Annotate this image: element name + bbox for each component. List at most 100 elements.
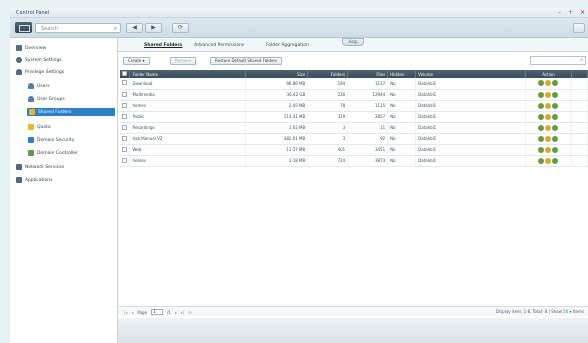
prev-page-button[interactable]: ◂ xyxy=(131,310,133,315)
permission-icon[interactable] xyxy=(545,135,552,142)
edit-icon[interactable] xyxy=(538,80,545,87)
sidebar-item-user-groups[interactable]: User Groups xyxy=(28,95,65,103)
table-row[interactable]: Multimedia 36.42 GB 230 12944 No DataVol1 xyxy=(120,89,588,101)
row-checkbox[interactable] xyxy=(120,100,131,112)
table-footer: |◂ ◂ Page 1 /1 ▸ ▸| ⟳ Display item: 1-8,… xyxy=(118,306,588,316)
permission-icon[interactable] xyxy=(545,157,552,164)
refresh-icon[interactable] xyxy=(552,113,559,120)
row-checkbox[interactable] xyxy=(120,155,131,167)
tab-advanced-permissions[interactable]: Advanced Permissions xyxy=(194,43,244,48)
permission-icon[interactable] xyxy=(545,146,552,153)
restore-default-button[interactable]: Restore Default Shared Folders xyxy=(210,57,283,65)
sidebar-item-system-settings[interactable]: System Settings xyxy=(16,56,62,64)
next-page-button[interactable]: ▸ xyxy=(175,310,177,315)
edit-icon[interactable] xyxy=(538,113,545,120)
table-row[interactable]: Usb Manual V2 382.01 MB 3 92 No DataVol1 xyxy=(120,133,588,145)
folders-cell: 194 xyxy=(307,78,349,90)
column-hidden[interactable]: Hidden xyxy=(387,70,417,78)
permission-icon[interactable] xyxy=(545,102,552,109)
folder-name-cell: Recordings xyxy=(129,122,247,134)
row-checkbox[interactable] xyxy=(120,133,131,145)
back-button[interactable]: ◀ xyxy=(126,23,143,33)
gear-icon xyxy=(16,57,22,63)
edit-icon[interactable] xyxy=(538,157,545,164)
column-files[interactable]: Files xyxy=(347,70,389,78)
sidebar-item-overview[interactable]: Overview xyxy=(16,44,46,52)
sidebar-item-domain-security[interactable]: Domain Security xyxy=(28,136,74,144)
files-cell: 1115 xyxy=(347,100,389,112)
files-cell: 12944 xyxy=(347,89,389,101)
sidebar-item-applications[interactable]: Applications xyxy=(16,176,53,184)
hidden-cell: No xyxy=(387,133,417,145)
refresh-icon[interactable]: ⟳ xyxy=(188,310,191,315)
tab-shared-folders[interactable]: Shared Folders xyxy=(144,43,182,48)
volume-cell: DataVol1 xyxy=(415,155,526,167)
folders-cell: 78 xyxy=(307,100,349,112)
column-volume[interactable]: Volume xyxy=(415,70,526,78)
column-folder-name[interactable]: Folder Name xyxy=(129,70,247,78)
options-button[interactable] xyxy=(573,23,585,33)
row-checkbox[interactable] xyxy=(120,78,131,90)
refresh-icon[interactable] xyxy=(552,91,559,98)
overview-icon xyxy=(16,45,22,51)
edit-icon[interactable] xyxy=(538,124,545,131)
tab-folder-aggregation[interactable]: Folder Aggregation xyxy=(266,43,309,48)
row-checkbox[interactable] xyxy=(120,122,131,134)
help-button[interactable]: Help xyxy=(342,38,364,46)
permission-icon[interactable] xyxy=(545,80,552,87)
edit-icon[interactable] xyxy=(538,146,545,153)
close-button[interactable]: × xyxy=(580,9,585,16)
refresh-icon[interactable] xyxy=(552,80,559,87)
table-row[interactable]: Web 11.57 MB 401 3451 No DataVol1 xyxy=(120,144,588,156)
page-input[interactable]: 1 xyxy=(151,309,164,315)
permission-icon[interactable] xyxy=(545,91,552,98)
display-info: Display item: 1-8, Total: 8 | Show 50 ▾ … xyxy=(495,309,584,314)
page-label: Page xyxy=(137,309,148,315)
sidebar-item-users[interactable]: Users xyxy=(28,82,50,90)
hidden-cell: No xyxy=(387,155,417,167)
sidebar-item-quota[interactable]: Quota xyxy=(28,123,51,131)
files-cell: 1137 xyxy=(347,78,389,90)
row-checkbox[interactable] xyxy=(120,144,131,156)
refresh-icon[interactable] xyxy=(552,124,559,131)
create-button[interactable]: Create ▾ xyxy=(123,57,150,65)
refresh-icon[interactable] xyxy=(552,102,559,109)
refresh-button[interactable]: ⟳ xyxy=(172,23,189,33)
sidebar-item-domain-controller[interactable]: Domain Controller xyxy=(28,149,78,157)
forward-button[interactable]: ▶ xyxy=(145,23,162,33)
filter-input[interactable]: ⌕ xyxy=(530,56,586,65)
sidebar-item-network-services[interactable]: Network Services xyxy=(16,163,64,171)
first-page-button[interactable]: |◂ xyxy=(124,310,127,315)
edit-icon[interactable] xyxy=(538,91,545,98)
refresh-icon[interactable] xyxy=(552,146,559,153)
maximize-button[interactable]: + xyxy=(568,9,573,16)
hidden-cell: No xyxy=(387,111,417,123)
items-per-page-select[interactable]: 50 xyxy=(563,309,568,314)
permission-icon[interactable] xyxy=(545,113,552,120)
refresh-icon[interactable] xyxy=(552,157,559,164)
row-checkbox[interactable] xyxy=(120,89,131,101)
remove-button[interactable]: Remove xyxy=(170,57,197,65)
search-icon[interactable]: ⌕ xyxy=(114,25,117,33)
home-button[interactable] xyxy=(15,22,32,33)
table-row[interactable]: Download 96.86 MB 194 1137 No DataVol1 xyxy=(120,78,588,90)
table-row[interactable]: Public 113.41 MB 319 2857 No DataVol1 xyxy=(120,111,588,123)
last-page-button[interactable]: ▸| xyxy=(181,310,184,315)
sidebar-item-privilege-settings[interactable]: Privilege Settings xyxy=(16,68,64,76)
column-size[interactable]: Size xyxy=(245,70,309,78)
column-folders[interactable]: Folders xyxy=(307,70,349,78)
minimize-button[interactable]: – xyxy=(558,9,561,16)
permission-icon[interactable] xyxy=(545,124,552,131)
search-input[interactable]: Search ⌕ xyxy=(35,23,121,33)
size-cell: 96.86 MB xyxy=(245,78,309,90)
table-row[interactable]: homes 1.18 MB 724 3873 No DataVol1 xyxy=(120,155,588,167)
sidebar-item-shared-folders[interactable]: Shared Folders xyxy=(27,108,115,116)
table-row[interactable]: homes 2.45 MB 78 1115 No DataVol1 xyxy=(120,100,588,112)
edit-icon[interactable] xyxy=(538,135,545,142)
refresh-icon[interactable] xyxy=(552,135,559,142)
select-all-checkbox[interactable] xyxy=(120,70,131,78)
table-row[interactable]: Recordings 1.02 MB 3 11 No DataVol1 xyxy=(120,122,588,134)
row-checkbox[interactable] xyxy=(120,111,131,123)
edit-icon[interactable] xyxy=(538,102,545,109)
action-cell xyxy=(525,111,572,123)
